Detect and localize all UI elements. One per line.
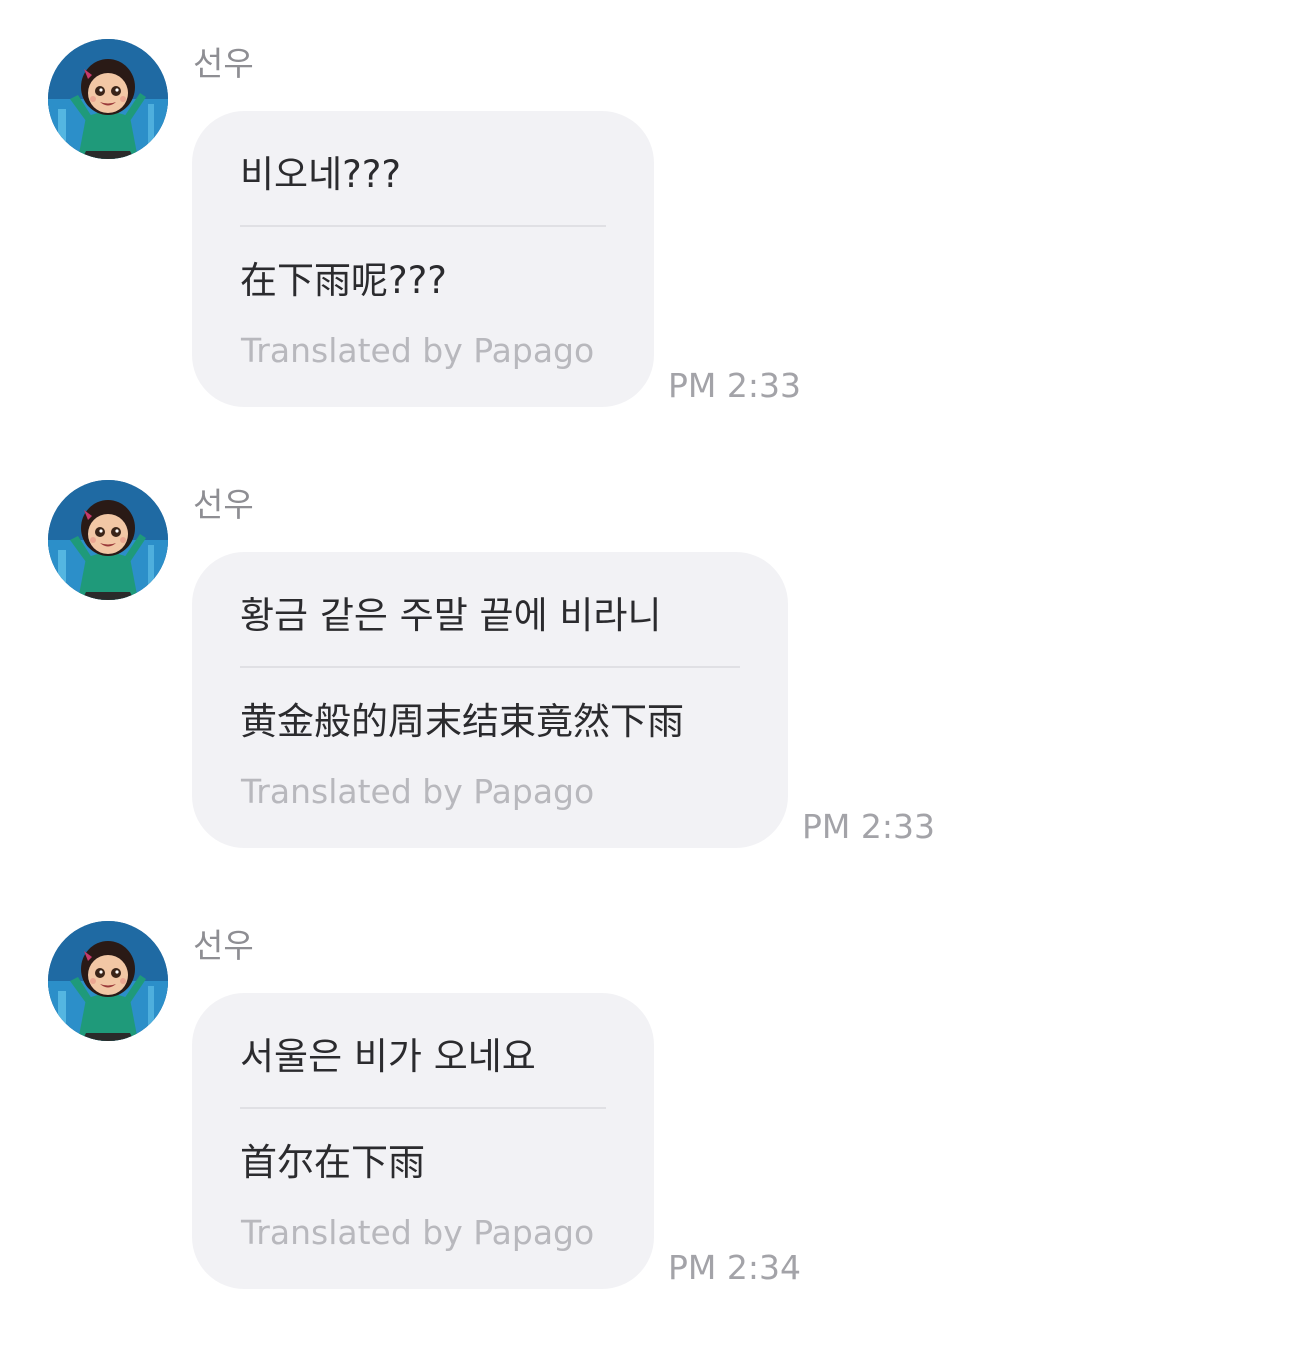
original-text: 황금 같은 주말 끝에 비라니 [240,594,662,637]
translated-text: 在下雨呢??? [240,259,447,302]
message-bubble[interactable]: 황금 같은 주말 끝에 비라니 黄金般的周末结束竟然下雨 Translated … [192,552,788,848]
sender-name: 선우 [193,485,254,524]
avatar[interactable] [48,480,168,600]
divider [240,1107,606,1109]
translation-credit: Translated by Papago [241,1213,595,1252]
sender-name: 선우 [193,44,254,83]
original-text: 서울은 비가 오네요 [240,1035,536,1078]
timestamp: PM 2:34 [668,1248,801,1287]
original-text: 비오네??? [240,153,402,196]
avatar-character-icon [48,921,168,1041]
timestamp: PM 2:33 [802,807,935,846]
translation-credit: Translated by Papago [241,772,595,811]
timestamp: PM 2:33 [668,366,801,405]
message-bubble[interactable]: 비오네??? 在下雨呢??? Translated by Papago [192,111,654,407]
avatar[interactable] [48,921,168,1041]
divider [240,225,606,227]
avatar-character-icon [48,39,168,159]
avatar-character-icon [48,480,168,600]
translated-text: 黄金般的周末结束竟然下雨 [240,700,684,743]
sender-name: 선우 [193,926,254,965]
translated-text: 首尔在下雨 [240,1141,425,1184]
translation-credit: Translated by Papago [241,331,595,370]
message-bubble[interactable]: 서울은 비가 오네요 首尔在下雨 Translated by Papago [192,993,654,1289]
divider [240,666,740,668]
avatar[interactable] [48,39,168,159]
